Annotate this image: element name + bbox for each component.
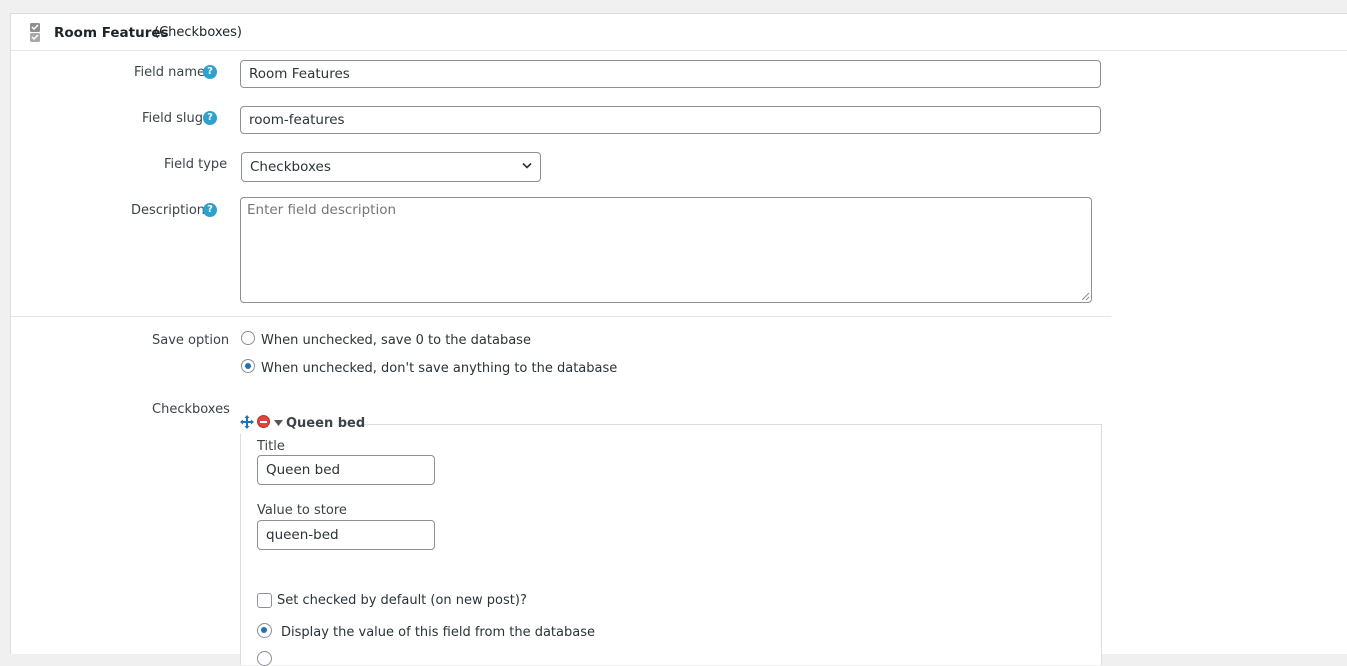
move-icon[interactable]: [240, 415, 254, 429]
value-to-store-label: Value to store: [257, 503, 347, 518]
field-header-title: Room Features: [54, 25, 169, 41]
field-name-input[interactable]: Room Features: [240, 60, 1101, 88]
title-input[interactable]: Queen bed: [257, 455, 435, 485]
description-placeholder: Enter field description: [247, 202, 397, 218]
remove-icon[interactable]: [257, 415, 270, 428]
default-checked-checkbox[interactable]: [257, 593, 272, 608]
field-header[interactable]: Room Features (Checkboxes): [11, 14, 1347, 51]
title-label: Title: [257, 439, 285, 454]
save-option-label-0: When unchecked, save 0 to the database: [261, 333, 531, 348]
field-type-value: Checkboxes: [250, 159, 331, 175]
help-icon[interactable]: ?: [203, 111, 217, 125]
display-option-radio-2[interactable]: [257, 651, 272, 666]
field-header-type: (Checkboxes): [154, 25, 243, 40]
help-icon[interactable]: ?: [203, 65, 217, 79]
checkbox-item-box: Title Queen bed Value to store queen-bed…: [240, 424, 1102, 666]
save-option-radio-0[interactable]: [241, 331, 255, 345]
checkboxes-label: Checkboxes: [152, 402, 230, 417]
chevron-down-icon: [522, 162, 532, 169]
display-db-value-radio[interactable]: [257, 623, 272, 638]
field-type-select[interactable]: Checkboxes: [241, 152, 541, 182]
field-panel: Room Features (Checkboxes) Field name ? …: [10, 13, 1347, 666]
resize-handle-icon[interactable]: [1081, 292, 1090, 301]
description-label: Description: [131, 203, 206, 218]
save-option-radio-1[interactable]: [241, 359, 255, 373]
description-textarea[interactable]: Enter field description: [240, 197, 1092, 303]
help-icon[interactable]: ?: [203, 203, 217, 217]
field-slug-label: Field slug: [142, 111, 204, 126]
checkbox-field-icon: [30, 23, 40, 42]
field-name-label: Field name: [134, 65, 206, 80]
default-checked-label: Set checked by default (on new post)?: [277, 593, 527, 608]
section-divider: [11, 316, 1111, 317]
value-to-store-input[interactable]: queen-bed: [257, 520, 435, 550]
field-type-label: Field type: [164, 157, 228, 172]
field-slug-input[interactable]: room-features: [240, 106, 1101, 134]
save-option-label: Save option: [152, 333, 230, 348]
checkbox-item-title[interactable]: Queen bed: [286, 416, 365, 431]
caret-down-icon[interactable]: [274, 420, 283, 426]
display-db-value-label: Display the value of this field from the…: [281, 625, 595, 640]
save-option-label-1: When unchecked, don't save anything to t…: [261, 361, 618, 376]
